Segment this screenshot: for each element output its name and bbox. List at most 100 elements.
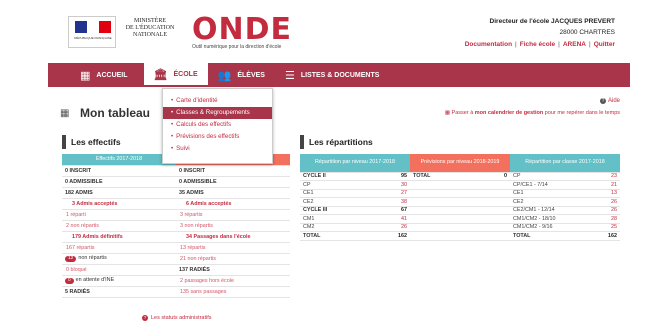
table-row: CM2 26 CM1/CM2 - 9/16 25 xyxy=(300,223,620,232)
calendar-link[interactable]: ▦ Passer à mon calendrier de gestion pou… xyxy=(445,110,620,116)
link-fiche-ecole[interactable]: Fiche école xyxy=(520,41,555,48)
effectif-cell[interactable]: 34 Passages dans l'école xyxy=(176,231,290,243)
level-value: 26 xyxy=(594,206,620,215)
level-value: 162 xyxy=(373,231,410,241)
flag-icon xyxy=(75,21,111,33)
level-label xyxy=(410,189,483,198)
school-icon: 🏛 xyxy=(153,68,168,81)
table-row: 179 Admis définitifs 34 Passages dans l'é… xyxy=(62,231,290,243)
effectif-cell: 137 RADIÉS xyxy=(176,264,290,276)
level-value: 27 xyxy=(373,189,410,198)
prevus-header: Prévisions par niveau 2018-2019 xyxy=(410,154,510,173)
effectif-cell: 0 ADMISSIBLE xyxy=(62,176,176,188)
effectif-cell[interactable]: 3 Admis acceptés xyxy=(62,198,176,210)
effectif-cell[interactable]: 2 passages hors école xyxy=(176,275,290,287)
effectif-cell: 5 RADIÉS xyxy=(62,286,176,298)
link-arena[interactable]: ARENA xyxy=(563,41,586,48)
level-value: 25 xyxy=(594,223,620,232)
effectif-cell[interactable]: 167 répartis xyxy=(62,242,176,254)
level-value: 13 xyxy=(594,189,620,198)
nav-label: ÉLÈVES xyxy=(237,71,265,79)
ministere-logo: MINISTÈRE DE L'ÉDUCATION NATIONALE xyxy=(124,18,176,39)
level-label: CM1/CM2 - 18/10 xyxy=(510,214,595,224)
calendar-prefix: Passer à xyxy=(451,110,475,116)
help-icon: ? xyxy=(599,98,606,104)
table-row: 5 RADIÉS 135 sans passages xyxy=(62,286,290,298)
effectif-cell[interactable]: 21 non répartis xyxy=(176,253,290,265)
level-label: CYCLE II xyxy=(300,172,374,181)
level-value: 41 xyxy=(373,214,410,224)
nav-listes-documents[interactable]: ☰ LISTES & DOCUMENTS xyxy=(275,63,389,87)
effectif-cell[interactable]: 2 non répartis xyxy=(62,220,176,232)
calendar-suffix: pour me repérer dans le temps xyxy=(543,110,620,116)
table-row: CP 30 CP/CE1 - 7/14 21 xyxy=(300,180,620,190)
menu-item-previsions-effectifs[interactable]: Prévisions des effectifs xyxy=(163,131,272,143)
repartitions-table: Répartition par niveau 2017-2018 Prévisi… xyxy=(300,154,620,241)
header: RÉPUBLIQUE FRANÇAISE MINISTÈRE DE L'ÉDUC… xyxy=(60,12,615,50)
level-label: CE1 xyxy=(510,189,595,198)
cell-text: non répartis xyxy=(78,255,107,261)
link-documentation[interactable]: Documentation xyxy=(465,41,512,48)
effectif-cell[interactable]: 13 répartis xyxy=(176,242,290,254)
calendar-link-text[interactable]: mon calendrier de gestion xyxy=(475,110,543,116)
republique-text: RÉPUBLIQUE FRANÇAISE xyxy=(74,36,112,40)
niveau-header: Répartition par niveau 2017-2018 xyxy=(300,154,410,173)
menu-item-carte-identite[interactable]: Carte d'identité xyxy=(163,95,272,107)
effectif-cell[interactable]: 1 réparti xyxy=(62,209,176,221)
table-row: 182 ADMIS 35 ADMIS xyxy=(62,187,290,199)
level-label xyxy=(410,231,483,241)
cell-text: en attente d'INE xyxy=(75,277,115,283)
level-label xyxy=(410,180,483,190)
table-row: CYCLE II 95 TOTAL 0 CP 23 xyxy=(300,172,620,181)
level-value xyxy=(482,189,510,198)
table-row: CE1 27 CE1 13 xyxy=(300,189,620,198)
statuts-link[interactable]: ? Les statuts administratifs xyxy=(142,315,212,321)
header-links: Documentation | Fiche école | ARENA | Quitter xyxy=(464,41,615,48)
effectif-cell: 35 ADMIS xyxy=(176,187,290,199)
level-label xyxy=(410,223,483,232)
link-quitter[interactable]: Quitter xyxy=(594,41,615,48)
level-label: CE2 xyxy=(510,197,595,207)
effectifs-body: 0 INSCRIT 0 INSCRIT 0 ADMISSIBLE 0 ADMISSIB… xyxy=(62,165,290,298)
table-row: 0 bloqué 137 RADIÉS xyxy=(62,264,290,276)
level-value: 67 xyxy=(373,206,410,215)
table-row: 12 non répartis 21 non répartis xyxy=(62,253,290,265)
effectif-cell[interactable]: 0 bloqué xyxy=(62,264,176,276)
table-row: 2 non répartis 3 non répartis xyxy=(62,220,290,232)
effectif-cell[interactable]: 135 sans passages xyxy=(176,286,290,298)
level-value xyxy=(482,223,510,232)
menu-item-suivi[interactable]: Suivi xyxy=(163,143,272,155)
effectif-cell[interactable]: 6 Admis acceptés xyxy=(176,198,290,210)
nav-ecole[interactable]: 🏛 ÉCOLE xyxy=(143,63,208,87)
level-label: CP xyxy=(300,180,374,190)
nav-eleves[interactable]: 👥 ÉLÈVES xyxy=(208,63,275,87)
nav-accueil[interactable]: ▦ ACCUEIL xyxy=(48,63,144,87)
effectif-cell[interactable]: 3 répartis xyxy=(176,209,290,221)
menu-item-classes-regroupements[interactable]: Classes & Regroupements xyxy=(163,107,272,119)
level-value xyxy=(482,197,510,207)
table-row: CYCLE III 67 CE2/CM1 - 12/14 26 xyxy=(300,206,620,215)
main-nav: ▦ ACCUEIL 🏛 ÉCOLE 👥 ÉLÈVES ☰ LISTES & DO… xyxy=(48,63,630,87)
marianne-logo: RÉPUBLIQUE FRANÇAISE xyxy=(68,16,116,48)
level-value: 162 xyxy=(594,231,620,241)
calendar-icon: ▦ xyxy=(444,110,452,116)
table-row: 0 en attente d'INE 2 passages hors école xyxy=(62,275,290,287)
menu-item-calculs-effectifs[interactable]: Calculs des effectifs xyxy=(163,119,272,131)
effectif-cell[interactable]: 0 en attente d'INE xyxy=(62,275,176,287)
level-label: TOTAL xyxy=(410,172,483,181)
effectif-cell: 182 ADMIS xyxy=(62,187,176,199)
level-value: 23 xyxy=(594,172,620,181)
aide-link[interactable]: ? Aide xyxy=(599,98,620,104)
effectif-cell: 0 INSCRIT xyxy=(176,165,290,177)
app-frame: RÉPUBLIQUE FRANÇAISE MINISTÈRE DE L'ÉDUC… xyxy=(0,0,648,325)
app-logo[interactable]: ONDE xyxy=(192,12,292,47)
level-label: CP xyxy=(510,172,595,181)
table-row: 1 réparti 3 répartis xyxy=(62,209,290,221)
level-label: CE1 xyxy=(300,189,374,198)
effectif-cell[interactable]: 12 non répartis xyxy=(62,253,176,265)
level-value xyxy=(482,214,510,224)
level-value: 30 xyxy=(373,180,410,190)
effectif-cell[interactable]: 3 non répartis xyxy=(176,220,290,232)
effectif-cell[interactable]: 179 Admis définitifs xyxy=(62,231,176,243)
info-icon: ? xyxy=(142,315,148,321)
